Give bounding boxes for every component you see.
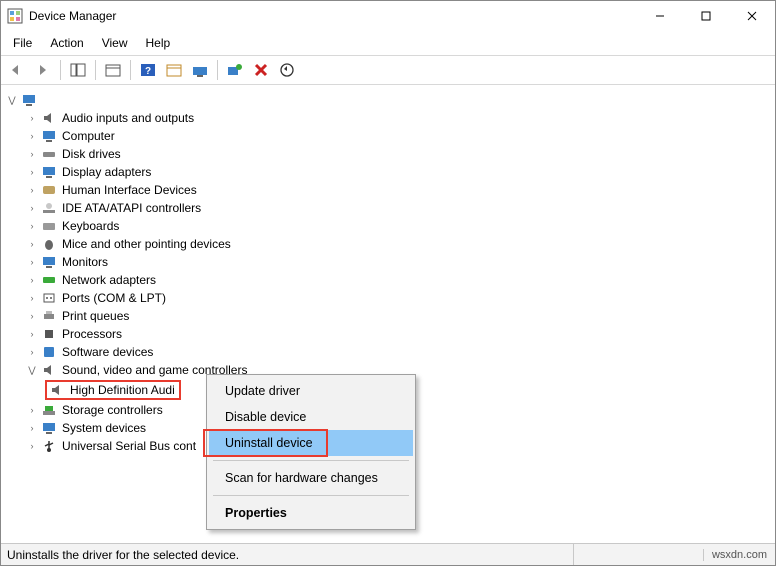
disk-icon [41, 146, 57, 162]
menu-bar: File Action View Help [1, 31, 775, 56]
context-menu-separator [213, 495, 409, 496]
tree-item[interactable]: ›Audio inputs and outputs [5, 109, 771, 127]
monitor-icon [41, 254, 57, 270]
chevron-right-icon[interactable]: › [25, 439, 39, 453]
status-bar: Uninstalls the driver for the selected d… [1, 543, 775, 565]
minimize-button[interactable] [637, 1, 683, 31]
scan-hardware-button[interactable] [223, 59, 247, 81]
ctx-properties[interactable]: Properties [209, 500, 413, 526]
tree-item[interactable]: ›Software devices [5, 343, 771, 361]
mouse-icon [41, 236, 57, 252]
tree-item[interactable]: ›IDE ATA/ATAPI controllers [5, 199, 771, 217]
help-toolbar-button[interactable]: ? [136, 59, 160, 81]
context-menu: Update driver Disable device Uninstall d… [206, 374, 416, 530]
tree-item[interactable]: ›Keyboards [5, 217, 771, 235]
status-text: Uninstalls the driver for the selected d… [1, 548, 573, 562]
processor-icon [41, 326, 57, 342]
maximize-button[interactable] [683, 1, 729, 31]
printer-icon [41, 308, 57, 324]
app-icon [7, 8, 23, 24]
tree-item[interactable]: ›Processors [5, 325, 771, 343]
chevron-right-icon[interactable]: › [25, 255, 39, 269]
tree-item[interactable]: ›Network adapters [5, 271, 771, 289]
device-tree[interactable]: ⋁ ›Audio inputs and outputs ›Computer ›D… [1, 85, 775, 543]
chevron-right-icon[interactable]: › [25, 345, 39, 359]
computer-icon [41, 128, 57, 144]
ctx-scan-hardware[interactable]: Scan for hardware changes [209, 465, 413, 491]
menu-action[interactable]: Action [42, 33, 91, 53]
network-icon [41, 272, 57, 288]
chevron-right-icon[interactable]: › [25, 147, 39, 161]
audio-icon [41, 362, 57, 378]
audio-icon [49, 382, 65, 398]
menu-view[interactable]: View [94, 33, 136, 53]
chevron-right-icon[interactable]: › [25, 165, 39, 179]
toolbar-btn-6[interactable] [188, 59, 212, 81]
toolbar-btn-5[interactable] [162, 59, 186, 81]
tree-item[interactable]: ›Monitors [5, 253, 771, 271]
ctx-uninstall-device[interactable]: Uninstall device [209, 430, 413, 456]
chevron-right-icon[interactable]: › [25, 219, 39, 233]
show-hide-tree-button[interactable] [66, 59, 90, 81]
software-icon [41, 344, 57, 360]
tree-item[interactable]: ›Disk drives [5, 145, 771, 163]
chevron-right-icon[interactable]: › [25, 183, 39, 197]
menu-file[interactable]: File [5, 33, 40, 53]
chevron-right-icon[interactable]: › [25, 237, 39, 251]
toolbar: ? [1, 56, 775, 85]
hid-icon [41, 182, 57, 198]
tree-item[interactable]: ›Human Interface Devices [5, 181, 771, 199]
chevron-right-icon[interactable]: › [25, 291, 39, 305]
watermark: wsxdn.com [703, 549, 775, 561]
context-menu-separator [213, 460, 409, 461]
storage-icon [41, 402, 57, 418]
tree-item[interactable]: ›Ports (COM & LPT) [5, 289, 771, 307]
properties-toolbar-button[interactable] [101, 59, 125, 81]
tree-item[interactable]: ›Computer [5, 127, 771, 145]
chevron-right-icon[interactable]: › [25, 111, 39, 125]
back-button[interactable] [5, 59, 29, 81]
ctx-disable-device[interactable]: Disable device [209, 404, 413, 430]
chevron-right-icon[interactable]: › [25, 129, 39, 143]
ide-icon [41, 200, 57, 216]
chevron-right-icon[interactable]: › [25, 309, 39, 323]
display-icon [41, 164, 57, 180]
ports-icon [41, 290, 57, 306]
chevron-right-icon[interactable]: › [25, 201, 39, 215]
menu-help[interactable]: Help [138, 33, 179, 53]
svg-text:?: ? [145, 66, 151, 77]
tree-root[interactable]: ⋁ [5, 91, 771, 109]
window-title: Device Manager [29, 9, 637, 23]
chevron-right-icon[interactable]: › [25, 403, 39, 417]
tree-item[interactable]: ›Mice and other pointing devices [5, 235, 771, 253]
chevron-down-icon[interactable]: ⋁ [25, 363, 39, 377]
audio-icon [41, 110, 57, 126]
update-toolbar-button[interactable] [275, 59, 299, 81]
close-button[interactable] [729, 1, 775, 31]
forward-button[interactable] [31, 59, 55, 81]
tree-item[interactable]: ›Display adapters [5, 163, 771, 181]
ctx-update-driver[interactable]: Update driver [209, 378, 413, 404]
keyboard-icon [41, 218, 57, 234]
usb-icon [41, 438, 57, 454]
chevron-right-icon[interactable]: › [25, 273, 39, 287]
chevron-down-icon[interactable]: ⋁ [5, 93, 19, 107]
computer-icon [21, 92, 37, 108]
tree-item[interactable]: ›Print queues [5, 307, 771, 325]
chevron-right-icon[interactable]: › [25, 327, 39, 341]
delete-toolbar-button[interactable] [249, 59, 273, 81]
system-icon [41, 420, 57, 436]
chevron-right-icon[interactable]: › [25, 421, 39, 435]
